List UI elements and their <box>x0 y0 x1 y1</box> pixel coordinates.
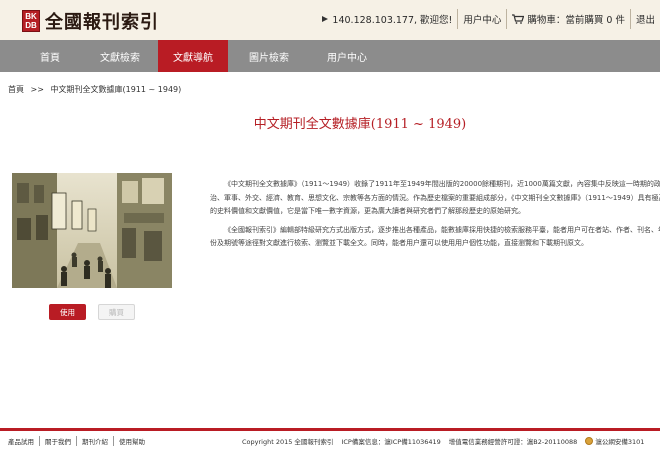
footer-icp: ICP備案信息：滬ICP備11036419 <box>341 438 441 446</box>
footer-police: 滬公網安備3101 <box>585 436 644 446</box>
cart-link[interactable]: 購物車：當前購買 0 件 <box>507 9 631 29</box>
footer-link-help[interactable]: 使用幫助 <box>114 436 150 446</box>
site-logo[interactable]: BK DB 全國報刊索引 <box>22 9 159 33</box>
logo-badge: BK DB <box>22 10 40 32</box>
top-header: BK DB 全國報刊索引 140.128.103.177, 歡迎您! 用户中心 … <box>0 0 660 40</box>
footer-license: 增值電信業務經營許可證：滬B2-20110088 <box>448 438 578 446</box>
main-nav: 首頁 文獻檢索 文獻導航 圖片檢索 用户中心 <box>0 40 660 72</box>
footer-link-trial[interactable]: 產品試用 <box>8 435 40 446</box>
logo-badge-top: BK <box>25 12 37 21</box>
cart-text: 購物車：當前購買 0 件 <box>527 15 625 26</box>
description-paragraph-2: 《全國報刊索引》編輯部特級研究方式出版方式，逐步推出各種產品，能數據庫採用快捷的… <box>210 225 660 248</box>
description-paragraph-1: 《中文期刊全文數據庫》（1911～1949）收錄了1911年至1949年間出版的… <box>210 180 660 215</box>
police-badge-icon <box>585 437 594 445</box>
nav-home[interactable]: 首頁 <box>18 40 82 72</box>
database-description: 《中文期刊全文數據庫》（1911～1949）收錄了1911年至1949年間出版的… <box>210 178 660 256</box>
footer-link-journals[interactable]: 期刊介紹 <box>77 435 114 446</box>
nav-image-search[interactable]: 圖片檢索 <box>228 40 310 72</box>
nav-literature-search[interactable]: 文獻檢索 <box>82 40 158 72</box>
breadcrumb-separator: >> <box>30 85 44 94</box>
breadcrumb: 首頁 >> 中文期刊全文數據庫(1911 ~ 1949) <box>8 84 185 95</box>
buy-button[interactable]: 購買 <box>98 304 135 320</box>
breadcrumb-home[interactable]: 首頁 <box>8 85 24 94</box>
ip-welcome-text: 140.128.103.177, 歡迎您! <box>332 15 453 26</box>
footer-info: Copyright 2015 全國報刊索引 ICP備案信息：滬ICP備11036… <box>242 436 644 446</box>
nav-user-center[interactable]: 用户中心 <box>310 40 384 72</box>
user-center-link[interactable]: 用户中心 <box>458 9 508 29</box>
cart-icon <box>512 14 525 24</box>
footer-link-about[interactable]: 關于我們 <box>40 435 77 446</box>
logo-text: 全國報刊索引 <box>45 12 159 33</box>
footer-copyright: Copyright 2015 全國報刊索引 <box>242 438 334 446</box>
use-button[interactable]: 使用 <box>49 304 86 320</box>
footer: 產品試用 關于我們 期刊介紹 使用幫助 Copyright 2015 全國報刊索… <box>0 431 660 450</box>
user-arrow-icon <box>322 16 329 22</box>
user-info: 140.128.103.177, 歡迎您! <box>316 9 459 29</box>
page-title: 中文期刊全文數據庫(1911 ~ 1949) <box>253 117 467 132</box>
logo-badge-bottom: DB <box>25 21 37 30</box>
logout-link[interactable]: 退出 <box>631 9 660 29</box>
database-cover-image <box>12 173 172 288</box>
breadcrumb-current: 中文期刊全文數據庫(1911 ~ 1949) <box>50 85 182 94</box>
footer-links: 產品試用 關于我們 期刊介紹 使用幫助 <box>0 435 150 446</box>
nav-literature-navigation[interactable]: 文獻導航 <box>158 40 228 72</box>
footer-police-text: 滬公網安備3101 <box>595 438 645 446</box>
top-right-bar: 140.128.103.177, 歡迎您! 用户中心 購物車：當前購買 0 件 … <box>316 8 660 30</box>
